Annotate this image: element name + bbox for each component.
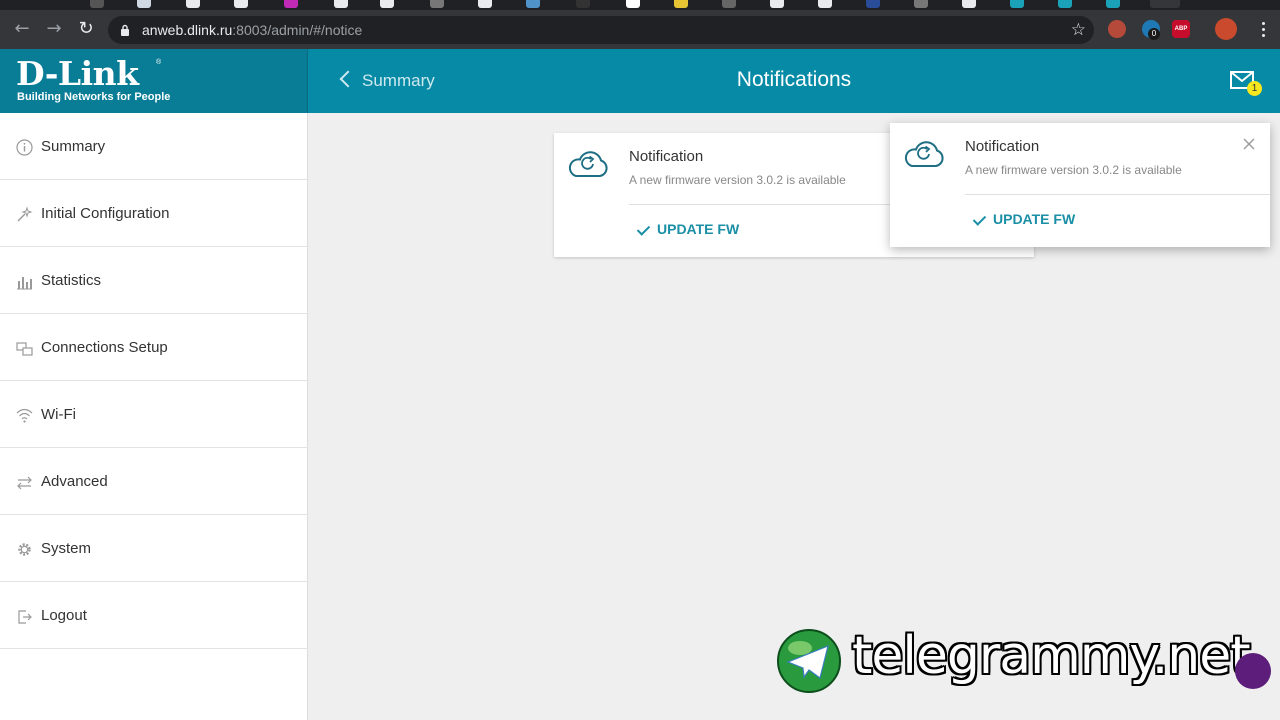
browser-toolbar: ← → ↻ anweb.dlink.ru:8003/admin/#/notice… [0, 10, 1280, 49]
sidebar-item-label: Logout [41, 607, 87, 624]
bookmark-star-icon[interactable]: ☆ [1071, 20, 1086, 40]
update-fw-label: UPDATE FW [657, 221, 740, 237]
tab[interactable] [576, 0, 590, 8]
tab[interactable] [1106, 0, 1120, 8]
tab[interactable] [186, 0, 200, 8]
cloud-update-icon [904, 141, 944, 167]
update-fw-button[interactable]: UPDATE FW [636, 221, 740, 238]
chevron-left-icon [339, 70, 357, 88]
tab-active[interactable] [1150, 0, 1180, 8]
tab[interactable] [914, 0, 928, 8]
back-to-summary-link[interactable]: Summary [336, 69, 435, 93]
tab[interactable] [770, 0, 784, 8]
check-icon [636, 222, 651, 236]
logo-tagline: Building Networks for People [17, 91, 171, 103]
profile-avatar[interactable] [1215, 18, 1237, 40]
app-header: D-Link ® Building Networks for People Su… [0, 49, 1280, 113]
tab[interactable] [722, 0, 736, 8]
sidebar-item-initial-configuration[interactable]: Initial Configuration [0, 180, 308, 247]
logo-text: D-Link [16, 54, 139, 93]
arrows-icon [17, 476, 32, 490]
tab[interactable] [626, 0, 640, 8]
sidebar-item-logout[interactable]: Logout [0, 582, 308, 649]
bar-chart-icon [17, 277, 32, 290]
extension-icon[interactable] [1108, 20, 1126, 38]
adblock-icon[interactable]: ABP [1172, 20, 1190, 38]
divider [965, 194, 1270, 195]
back-link-label: Summary [362, 71, 435, 90]
notification-title: Notification [629, 148, 704, 165]
tab[interactable] [674, 0, 688, 8]
chat-widget-button[interactable] [1235, 653, 1271, 689]
tab[interactable] [90, 0, 104, 8]
browser-menu-icon[interactable] [1262, 20, 1266, 38]
notification-count-badge: 1 [1247, 81, 1262, 96]
sidebar-item-label: Advanced [41, 473, 108, 490]
back-arrow-icon[interactable]: ← [12, 19, 32, 39]
extension-badge: 0 [1148, 28, 1160, 40]
notification-popup: Notification A new firmware version 3.0.… [890, 123, 1270, 247]
url-host: anweb.dlink.ru [142, 22, 233, 38]
sidebar-item-system[interactable]: System [0, 515, 308, 582]
address-bar[interactable]: anweb.dlink.ru:8003/admin/#/notice ☆ [108, 16, 1094, 44]
url-text: anweb.dlink.ru:8003/admin/#/notice [142, 22, 362, 38]
tab[interactable] [818, 0, 832, 8]
sidebar-item-label: Statistics [41, 272, 102, 289]
telegram-globe-icon [777, 629, 841, 693]
sidebar: Summary Initial Configuration Statistics… [0, 113, 308, 720]
tab[interactable] [1010, 0, 1024, 8]
reload-icon[interactable]: ↻ [76, 19, 96, 39]
tab[interactable] [234, 0, 248, 8]
gear-icon [18, 543, 31, 556]
page-title: Notifications [736, 68, 852, 91]
watermark-text: telegrammy.net [852, 626, 1251, 686]
sidebar-item-advanced[interactable]: Advanced [0, 448, 308, 515]
sidebar-item-statistics[interactable]: Statistics [0, 247, 308, 314]
sidebar-item-label: Summary [41, 138, 106, 155]
lock-icon [121, 24, 129, 36]
wifi-icon [16, 408, 33, 423]
tab[interactable] [1058, 0, 1072, 8]
tab[interactable] [866, 0, 880, 8]
browser-tab-strip [0, 0, 1280, 10]
check-icon [972, 212, 987, 226]
connections-icon [16, 342, 33, 356]
update-fw-button[interactable]: UPDATE FW [972, 211, 1076, 228]
notifications-button[interactable]: 1 [1230, 71, 1262, 99]
tab[interactable] [334, 0, 348, 8]
notification-text: A new firmware version 3.0.2 is availabl… [629, 173, 846, 187]
registered-mark: ® [156, 59, 162, 66]
cloud-update-icon [568, 151, 608, 177]
tab[interactable] [137, 0, 151, 8]
logout-icon [18, 610, 32, 624]
tab[interactable] [478, 0, 492, 8]
tab[interactable] [962, 0, 976, 8]
sidebar-item-label: Initial Configuration [41, 205, 170, 222]
notification-title: Notification [965, 138, 1040, 155]
wand-icon [17, 206, 33, 222]
sidebar-item-connections-setup[interactable]: Connections Setup [0, 314, 308, 381]
sidebar-item-summary[interactable]: Summary [0, 113, 308, 180]
sidebar-item-label: System [41, 540, 92, 557]
url-path: :8003/admin/#/notice [232, 22, 363, 38]
tab[interactable] [380, 0, 394, 8]
logo[interactable]: D-Link ® Building Networks for People [0, 49, 308, 113]
sidebar-item-label: Wi-Fi [41, 406, 76, 423]
update-fw-label: UPDATE FW [993, 211, 1076, 227]
tab[interactable] [526, 0, 540, 8]
extension-icon[interactable]: 0 [1142, 20, 1160, 40]
watermark: telegrammy.net [776, 626, 1280, 696]
tab[interactable] [284, 0, 298, 8]
sidebar-item-label: Connections Setup [41, 339, 168, 356]
tab[interactable] [430, 0, 444, 8]
info-icon [16, 139, 33, 156]
close-icon[interactable] [1242, 137, 1256, 151]
sidebar-item-wi-fi[interactable]: Wi-Fi [0, 381, 308, 448]
notification-text: A new firmware version 3.0.2 is availabl… [965, 163, 1182, 177]
forward-arrow-icon[interactable]: → [44, 19, 64, 39]
